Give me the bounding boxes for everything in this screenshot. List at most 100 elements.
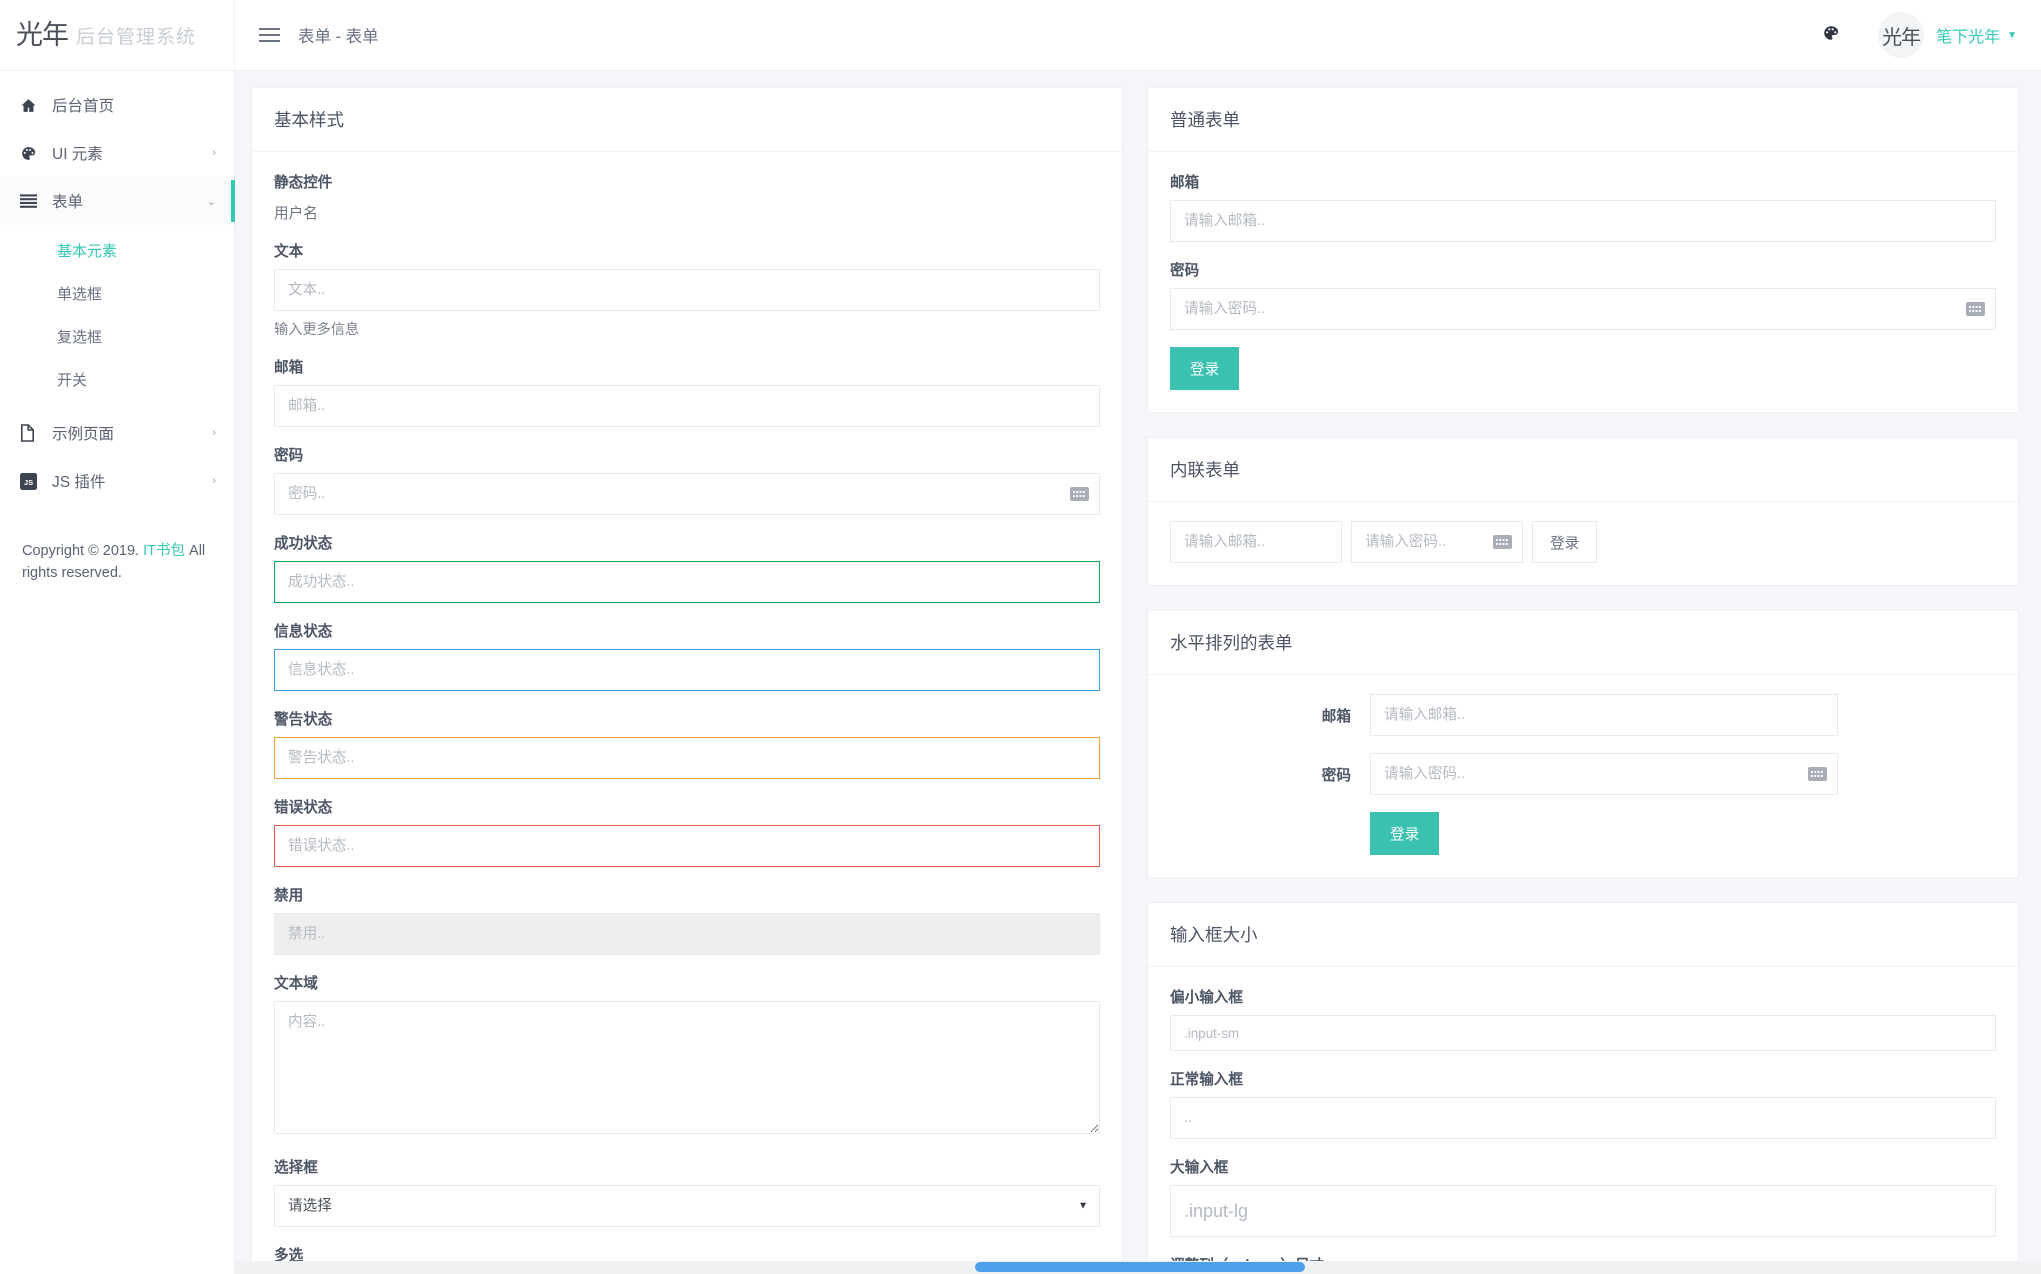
info-input[interactable]: [274, 649, 1100, 691]
static-value: 用户名: [274, 206, 318, 222]
sidebar-item-radio[interactable]: 单选框: [0, 272, 234, 315]
panel-input-sizes: 输入框大小 偏小输入框 正常输入框 大输入框 调整列（column）尺寸: [1147, 902, 2019, 1274]
email-input[interactable]: [1170, 521, 1342, 563]
field-success: 成功状态: [274, 532, 1100, 603]
small-input[interactable]: [1170, 1015, 1996, 1051]
field-label: 密码: [1170, 263, 1200, 279]
main-content: 基本样式 静态控件 用户名 文本 输入更多信息 邮箱 密码: [235, 71, 2041, 1274]
panel-title: 水平排列的表单: [1148, 611, 2018, 675]
panel-normal-form: 普通表单 邮箱 密码 登录: [1147, 87, 2019, 413]
sidebar-item-js-plugins[interactable]: JS JS 插件 ›: [0, 457, 234, 505]
topbar-right: 光年 笔下光年 ▼: [1822, 12, 2041, 58]
login-button[interactable]: 登录: [1170, 347, 1240, 390]
field-input-normal: 正常输入框: [1170, 1068, 1996, 1139]
password-wrapper: [1170, 288, 1996, 330]
error-input[interactable]: [274, 825, 1100, 867]
field-email: 邮箱: [1170, 171, 1996, 242]
sidebar-item-label: JS 插件: [52, 474, 106, 491]
panel-body: 邮箱 密码 登录: [1148, 152, 2018, 412]
large-input[interactable]: [1170, 1185, 1996, 1237]
sidebar-item-forms[interactable]: 表单 ⌄: [0, 177, 235, 225]
field-label: 偏小输入框: [1170, 990, 1243, 1006]
field-warning: 警告状态: [274, 708, 1100, 779]
password-wrapper: [1351, 521, 1523, 563]
sidebar-item-home[interactable]: 后台首页: [0, 81, 234, 129]
hamburger-icon[interactable]: [259, 28, 280, 42]
panel-horizontal-form: 水平排列的表单 邮箱 密码: [1147, 610, 2019, 878]
panel-body: 静态控件 用户名 文本 输入更多信息 邮箱 密码: [252, 152, 1122, 1274]
user-menu-label[interactable]: 笔下光年: [1936, 23, 2000, 47]
normal-input[interactable]: [1170, 1097, 1996, 1139]
password-input[interactable]: [1170, 288, 1996, 330]
select-input[interactable]: 请选择: [274, 1185, 1100, 1227]
sidebar-subitem-label: 开关: [57, 372, 88, 389]
password-input[interactable]: [1370, 753, 1838, 795]
copyright-link[interactable]: IT书包: [143, 543, 185, 559]
keyboard-icon[interactable]: [1966, 302, 1985, 316]
chevron-down-icon[interactable]: ▼: [2007, 30, 2017, 41]
field-label: 邮箱: [1170, 175, 1200, 191]
login-button[interactable]: 登录: [1532, 521, 1598, 563]
disabled-input: [274, 913, 1100, 955]
keyboard-icon[interactable]: [1493, 535, 1512, 549]
field-password: 密码: [1170, 259, 1996, 330]
field-label: 密码: [274, 448, 304, 464]
sidebar-item-basic-elements[interactable]: 基本元素: [0, 229, 234, 272]
field-label: 警告状态: [274, 712, 333, 728]
password-input[interactable]: [274, 473, 1100, 515]
keyboard-icon[interactable]: [1070, 487, 1089, 501]
sidebar-item-label: UI 元素: [52, 146, 103, 163]
sidebar-item-switch[interactable]: 开关: [0, 358, 234, 401]
panel-body: 偏小输入框 正常输入框 大输入框 调整列（column）尺寸: [1148, 967, 2018, 1274]
panel-title: 普通表单: [1148, 88, 2018, 152]
sidebar-item-ui[interactable]: UI 元素 ›: [0, 129, 234, 177]
chevron-right-icon: ›: [212, 147, 216, 159]
sidebar-item-label: 后台首页: [52, 98, 115, 115]
login-button[interactable]: 登录: [1370, 812, 1440, 855]
sidebar: 光年 后台管理系统 后台首页 UI 元素 › 表单 ⌄ 基本元素 单选框 复选框…: [0, 0, 235, 1274]
chevron-right-icon: ›: [212, 475, 216, 487]
sidebar-subitem-label: 复选框: [57, 329, 103, 346]
palette-icon[interactable]: [1822, 24, 1840, 47]
field-error: 错误状态: [274, 796, 1100, 867]
success-input[interactable]: [274, 561, 1100, 603]
email-input[interactable]: [1370, 694, 1838, 736]
password-wrapper: [274, 473, 1100, 515]
field-select: 选择框 请选择 ▼: [274, 1156, 1100, 1227]
email-input[interactable]: [1170, 200, 1996, 242]
warning-input[interactable]: [274, 737, 1100, 779]
field-control: [1370, 753, 1838, 795]
sidebar-subitem-label: 单选框: [57, 286, 103, 303]
field-password: 密码: [274, 444, 1100, 515]
js-icon: JS: [20, 472, 46, 490]
sidebar-item-label: 示例页面: [52, 426, 115, 443]
field-label: 成功状态: [274, 536, 333, 552]
keyboard-icon[interactable]: [1808, 767, 1827, 781]
field-label: 文本域: [274, 976, 318, 992]
field-label: 禁用: [274, 888, 304, 904]
textarea-input[interactable]: [274, 1001, 1100, 1134]
field-text: 文本 输入更多信息: [274, 240, 1100, 339]
field-email: 邮箱: [274, 356, 1100, 427]
field-label: 选择框: [274, 1160, 318, 1176]
field-label: 正常输入框: [1170, 1072, 1243, 1088]
page-icon: [20, 424, 46, 442]
scrollbar-thumb[interactable]: [975, 1262, 1305, 1272]
text-input[interactable]: [274, 269, 1100, 311]
sidebar-item-checkbox[interactable]: 复选框: [0, 315, 234, 358]
field-input-small: 偏小输入框: [1170, 986, 1996, 1051]
field-info: 信息状态: [274, 620, 1100, 691]
left-column: 基本样式 静态控件 用户名 文本 输入更多信息 邮箱 密码: [251, 87, 1123, 1274]
avatar[interactable]: 光年: [1878, 12, 1925, 58]
panel-title: 基本样式: [252, 88, 1122, 152]
inline-form-row: 登录: [1170, 521, 1996, 563]
palette-icon: [20, 145, 46, 162]
sidebar-subitem-label: 基本元素: [57, 243, 118, 260]
horizontal-scrollbar[interactable]: [235, 1261, 2041, 1274]
brand[interactable]: 光年 后台管理系统: [0, 0, 234, 71]
sidebar-item-sample-pages[interactable]: 示例页面 ›: [0, 409, 234, 457]
chevron-right-icon: ›: [212, 427, 216, 439]
copyright-pre: Copyright © 2019.: [22, 543, 144, 559]
chevron-down-icon: ⌄: [206, 195, 216, 208]
email-input[interactable]: [274, 385, 1100, 427]
